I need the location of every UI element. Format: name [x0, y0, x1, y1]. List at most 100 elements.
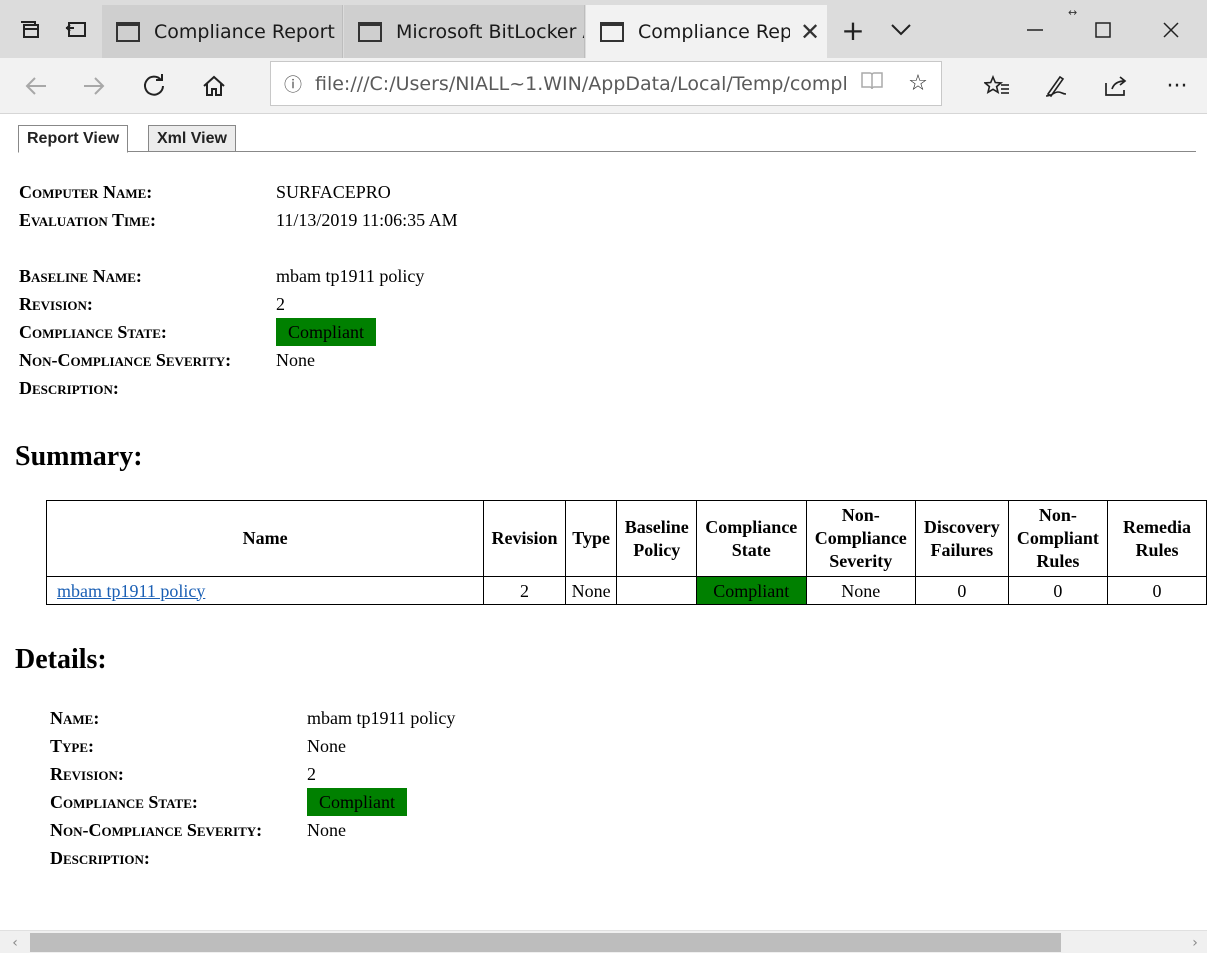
computer-name-value: SURFACEPRO [276, 182, 391, 202]
tab-xml-view[interactable]: Xml View [148, 125, 236, 152]
col-discovery-failures: Discovery Failures [915, 500, 1009, 577]
page-icon [600, 21, 624, 42]
info-icon[interactable]: ⓘ [271, 71, 315, 97]
row-severity: None [805, 576, 917, 605]
detail-severity-label: Non-Compliance Severity: [50, 820, 263, 840]
detail-name-label: Name: [50, 708, 100, 728]
more-button[interactable]: ··· [1155, 64, 1199, 108]
summary-header-row: Name Revision Type Baseline Policy Compl… [45, 500, 1207, 577]
pen-button[interactable] [1035, 64, 1079, 108]
tab-list-button[interactable] [878, 12, 924, 48]
tab-compliance-report-1[interactable]: Compliance Report [102, 5, 343, 58]
new-tab-button[interactable]: + [830, 12, 876, 48]
col-non-compliant-rules: Non-Compliant Rules [1007, 500, 1109, 577]
col-revision: Revision [483, 500, 566, 577]
row-remediated-rules: 0 [1107, 576, 1207, 605]
col-type: Type [564, 500, 618, 577]
evaluation-time-value: 11/13/2019 11:06:35 AM [276, 210, 458, 230]
computer-name-label: Computer Name: [19, 182, 153, 202]
row-revision: 2 [483, 576, 566, 605]
address-bar[interactable]: ⓘ file:///C:/Users/NIALL~1.WIN/AppData/L… [270, 61, 942, 106]
scrollbar-thumb[interactable] [30, 933, 1061, 952]
details-info: Name: mbam tp1911 policy Type: None Revi… [50, 704, 650, 874]
row-type: None [564, 576, 618, 605]
col-severity: Non-Compliance Severity [805, 500, 917, 577]
address-toolbar: ⓘ file:///C:/Users/NIALL~1.WIN/AppData/L… [0, 58, 1207, 114]
back-button[interactable] [14, 64, 58, 108]
baseline-name-value: mbam tp1911 policy [276, 266, 425, 286]
more-icon: ··· [1166, 73, 1188, 99]
minimize-icon [1027, 29, 1043, 31]
col-compliance-state: Compliance State [696, 500, 807, 577]
baseline-name-label: Baseline Name: [19, 266, 142, 286]
compliance-state-label: Compliance State: [19, 322, 167, 342]
details-heading: Details: [15, 644, 107, 675]
table-row: mbam tp1911 policy 2 None Compliant None… [45, 576, 1207, 605]
description-label: Description: [19, 378, 119, 398]
summary-heading: Summary: [15, 441, 143, 472]
row-baseline-policy [616, 576, 698, 605]
detail-compliance-state-label: Compliance State: [50, 792, 198, 812]
detail-name-value: mbam tp1911 policy [307, 708, 456, 728]
window-close-button[interactable] [1148, 12, 1194, 48]
tab-bitlocker[interactable]: Microsoft BitLocker A [344, 5, 585, 58]
detail-type-label: Type: [50, 736, 94, 756]
col-name: Name [45, 500, 485, 577]
detail-compliance-state-badge: Compliant [307, 788, 407, 816]
col-baseline-policy: Baseline Policy [616, 500, 698, 577]
back-icon [25, 77, 46, 95]
tab-label: Microsoft BitLocker A [396, 20, 584, 43]
forward-button[interactable] [72, 64, 116, 108]
col-remediated-rules: Remedia Rules [1107, 500, 1207, 577]
page-icon [116, 21, 140, 42]
evaluation-time-label: Evaluation Time: [19, 210, 156, 230]
detail-severity-value: None [307, 820, 346, 840]
maximize-button[interactable] [1080, 12, 1126, 48]
share-button[interactable] [1094, 64, 1138, 108]
row-non-compliant-rules: 0 [1007, 576, 1109, 605]
horizontal-scrollbar[interactable]: ‹ › [0, 930, 1207, 953]
detail-revision-label: Revision: [50, 764, 124, 784]
policy-link[interactable]: mbam tp1911 policy [57, 581, 205, 601]
browser-tab-bar: Compliance Report Microsoft BitLocker A … [0, 0, 1207, 58]
url-text[interactable]: file:///C:/Users/NIALL~1.WIN/AppData/Loc… [315, 73, 849, 95]
tab-compliance-report-active[interactable]: Compliance Repo ✕ [586, 5, 827, 58]
chevron-down-icon [891, 24, 911, 36]
scroll-right-icon[interactable]: › [1184, 931, 1206, 953]
row-compliance-state: Compliant [696, 576, 807, 605]
tab-close-icon[interactable]: ✕ [800, 18, 820, 46]
resize-cursor-icon: ↔ [1068, 6, 1078, 19]
forward-icon [84, 77, 105, 95]
tab-label: Compliance Repo [638, 20, 790, 43]
scroll-left-icon[interactable]: ‹ [4, 931, 26, 953]
refresh-button[interactable] [132, 64, 176, 108]
favorites-hub-button[interactable] [975, 64, 1019, 108]
tab-set-aside-icon[interactable] [10, 10, 50, 50]
report-page: Report View Xml View Computer Name: SURF… [0, 115, 1207, 930]
row-discovery-failures: 0 [915, 576, 1009, 605]
reading-view-icon[interactable] [849, 71, 895, 97]
page-icon [358, 21, 382, 42]
maximize-icon [1095, 22, 1111, 38]
detail-type-value: None [307, 736, 346, 756]
favorites-hub-icon [984, 75, 1009, 94]
detail-revision-value: 2 [307, 764, 316, 784]
refresh-icon [144, 74, 164, 96]
favorite-star-icon[interactable]: ☆ [895, 71, 941, 96]
view-tabs: Report View Xml View [18, 125, 1196, 153]
severity-label: Non-Compliance Severity: [19, 350, 232, 370]
minimize-button[interactable] [1012, 12, 1058, 48]
summary-table: Name Revision Type Baseline Policy Compl… [45, 500, 1207, 605]
pen-icon [1045, 75, 1067, 98]
tab-preview-icon[interactable] [56, 10, 96, 50]
revision-value: 2 [276, 294, 285, 314]
tab-label: Compliance Report [154, 20, 335, 43]
home-icon [203, 75, 225, 96]
share-icon [1105, 76, 1127, 96]
tab-report-view[interactable]: Report View [18, 125, 129, 153]
computer-info: Computer Name: SURFACEPRO Evaluation Tim… [19, 178, 619, 234]
home-button[interactable] [192, 64, 236, 108]
row-name-cell: mbam tp1911 policy [45, 576, 485, 605]
compliance-state-badge: Compliant [276, 318, 376, 346]
revision-label: Revision: [19, 294, 93, 314]
